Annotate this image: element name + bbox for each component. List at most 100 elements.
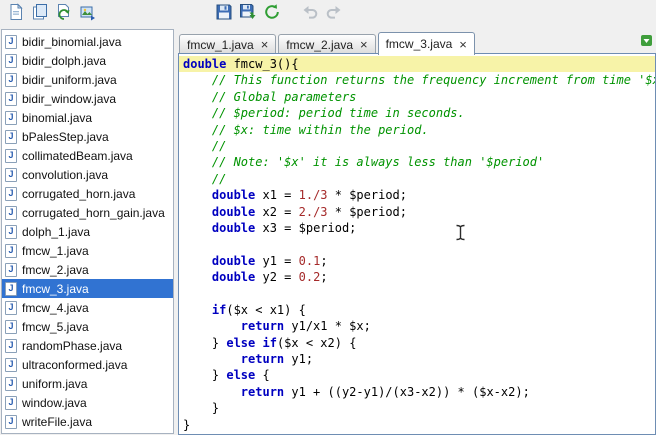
file-name: writeFile.java [22, 415, 92, 429]
java-file-icon: J [5, 339, 17, 353]
file-item-corrugated_horn_gain[interactable]: Jcorrugated_horn_gain.java [2, 203, 173, 222]
code-token: ($x < x1) { [226, 303, 305, 317]
code-line[interactable]: // [179, 171, 655, 187]
java-file-icon: J [5, 149, 17, 163]
code-token [183, 270, 212, 284]
file-name: uniform.java [22, 377, 87, 391]
code-token: if [212, 303, 226, 317]
code-token: * $period; [328, 205, 407, 219]
java-file-icon: J [5, 35, 17, 49]
code-token: // Global parameters [183, 90, 356, 104]
file-item-fmcw_3[interactable]: Jfmcw_3.java [2, 279, 173, 298]
code-line[interactable]: // $x: time within the period. [179, 122, 655, 138]
file-item-bPalesStep[interactable]: JbPalesStep.java [2, 127, 173, 146]
tab-close-icon[interactable]: × [261, 38, 269, 51]
file-item-bidir_binomial[interactable]: Jbidir_binomial.java [2, 32, 173, 51]
code-token: x2 = [255, 205, 298, 219]
file-item-window[interactable]: Jwindow.java [2, 393, 173, 412]
java-file-icon: J [5, 358, 17, 372]
reload-file-button[interactable] [52, 3, 75, 26]
code-line[interactable] [179, 285, 655, 301]
java-file-icon: J [5, 263, 17, 277]
file-item-corrugated_horn[interactable]: Jcorrugated_horn.java [2, 184, 173, 203]
file-name: fmcw_4.java [22, 301, 89, 315]
file-item-fmcw_1[interactable]: Jfmcw_1.java [2, 241, 173, 260]
file-item-fmcw_2[interactable]: Jfmcw_2.java [2, 260, 173, 279]
code-token: * $period; [328, 188, 407, 202]
code-line[interactable]: } [179, 417, 655, 433]
tab-label: fmcw_2.java [286, 38, 353, 52]
code-line[interactable]: } [179, 400, 655, 416]
code-token: return [241, 385, 284, 399]
new-file-button[interactable] [4, 3, 27, 26]
save-as-icon [239, 3, 257, 26]
code-line[interactable]: } else { [179, 367, 655, 383]
file-name: corrugated_horn.java [22, 187, 135, 201]
code-token: y2 = [255, 270, 298, 284]
file-item-ultraconformed[interactable]: Jultraconformed.java [2, 355, 173, 374]
code-line[interactable]: } else if($x < x2) { [179, 335, 655, 351]
code-token: double [212, 254, 255, 268]
java-file-icon: J [5, 130, 17, 144]
code-line[interactable]: // $period: period time in seconds. [179, 105, 655, 121]
code-line[interactable]: // [179, 138, 655, 154]
export-file-button[interactable] [76, 3, 99, 26]
file-item-uniform[interactable]: Juniform.java [2, 374, 173, 393]
code-line[interactable]: double fmcw_3(){ [179, 56, 655, 72]
code-line[interactable] [179, 236, 655, 252]
code-token: } [183, 368, 226, 382]
editor-pane: fmcw_1.java× fmcw_2.java × fmcw_3.java × dou… [178, 30, 656, 435]
file-item-bidir_window[interactable]: Jbidir_window.java [2, 89, 173, 108]
code-line[interactable]: return y1; [179, 351, 655, 367]
tab-overflow-button[interactable] [639, 35, 654, 50]
file-item-binomial[interactable]: Jbinomial.java [2, 108, 173, 127]
save-icon [215, 3, 233, 26]
code-token: double [212, 270, 255, 284]
file-item-bidir_dolph[interactable]: Jbidir_dolph.java [2, 51, 173, 70]
code-line[interactable]: if($x < x1) { [179, 302, 655, 318]
file-item-writeFile[interactable]: JwriteFile.java [2, 412, 173, 431]
file-item-convolution[interactable]: Jconvolution.java [2, 165, 173, 184]
tab-fmcw_1[interactable]: fmcw_1.java× [179, 34, 276, 54]
tab-fmcw_3[interactable]: fmcw_3.java × [378, 32, 475, 55]
file-item-randomPhase[interactable]: JrandomPhase.java [2, 336, 173, 355]
java-file-icon: J [5, 377, 17, 391]
open-file-button[interactable] [28, 3, 51, 26]
code-line[interactable]: double x2 = 2./3 * $period; [179, 204, 655, 220]
java-file-icon: J [5, 92, 17, 106]
code-token: double [212, 205, 255, 219]
code-token: // $period: period time in seconds. [183, 106, 465, 120]
tab-fmcw_2[interactable]: fmcw_2.java × [278, 34, 375, 54]
code-line[interactable]: return y1 + ((y2-y1)/(x3-x2)) * ($x-x2); [179, 384, 655, 400]
code-line[interactable]: double y2 = 0.2; [179, 269, 655, 285]
code-token: } [183, 401, 219, 415]
code-line[interactable]: double x1 = 1./3 * $period; [179, 187, 655, 203]
file-name: bidir_window.java [22, 92, 116, 106]
file-item-collimatedBeam[interactable]: JcollimatedBeam.java [2, 146, 173, 165]
code-line[interactable]: // Note: '$x' it is always less than '$p… [179, 154, 655, 170]
file-item-fmcw_5[interactable]: Jfmcw_5.java [2, 317, 173, 336]
tab-label: fmcw_3.java [386, 37, 453, 51]
java-file-icon: J [5, 320, 17, 334]
tab-close-icon[interactable]: × [360, 38, 368, 51]
java-file-icon: J [5, 73, 17, 87]
code-token: fmcw_3(){ [226, 57, 298, 71]
tab-close-icon[interactable]: × [459, 38, 467, 51]
redo-button[interactable] [322, 3, 345, 26]
code-line[interactable]: // This function returns the frequency i… [179, 72, 655, 88]
file-item-fmcw_4[interactable]: Jfmcw_4.java [2, 298, 173, 317]
code-token: { [255, 368, 269, 382]
code-token: } [183, 336, 226, 350]
code-editor[interactable]: double fmcw_3(){ // This function return… [178, 53, 656, 435]
code-line[interactable]: double y1 = 0.1; [179, 253, 655, 269]
code-line[interactable]: return y1/x1 * $x; [179, 318, 655, 334]
undo-button[interactable] [298, 3, 321, 26]
code-line[interactable]: // Global parameters [179, 89, 655, 105]
code-line[interactable]: double x3 = $period; [179, 220, 655, 236]
file-item-bidir_uniform[interactable]: Jbidir_uniform.java [2, 70, 173, 89]
save-button[interactable] [212, 3, 235, 26]
save-as-button[interactable] [236, 3, 259, 26]
ide-window: Jbidir_binomial.javaJbidir_dolph.javaJbi… [0, 0, 656, 435]
file-item-dolph_1[interactable]: Jdolph_1.java [2, 222, 173, 241]
refresh-button[interactable] [260, 3, 283, 26]
